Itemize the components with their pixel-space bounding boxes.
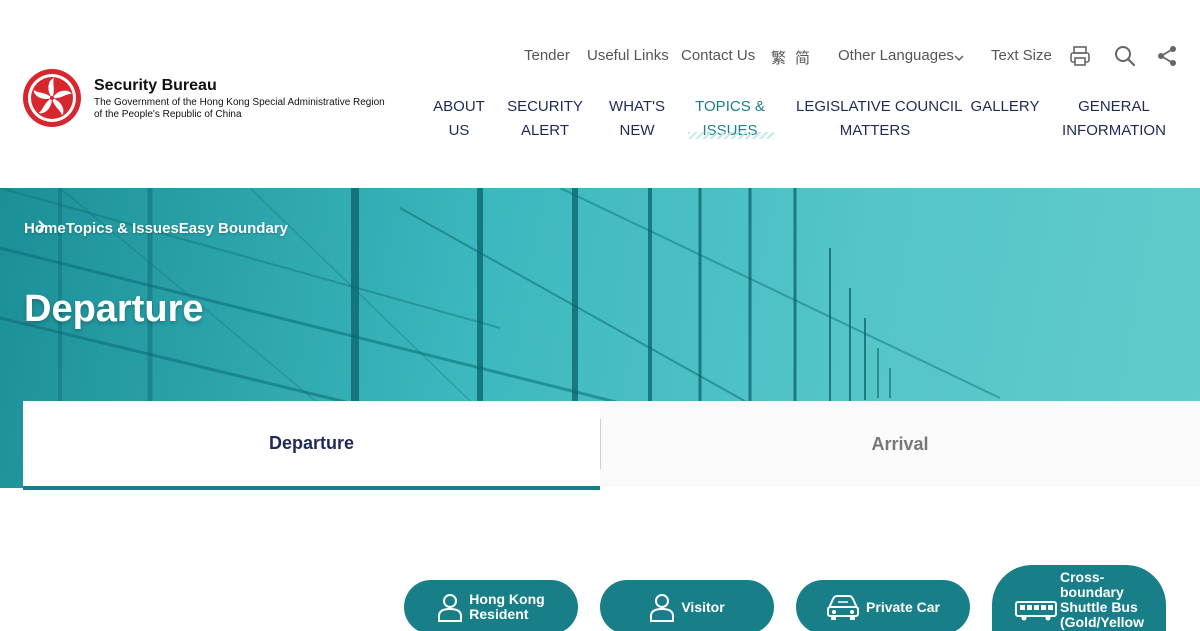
useful-links-link[interactable]: Useful Links [587,47,669,64]
nav-label-line2: MATTERS [839,122,911,139]
category-private-car-button[interactable]: Private Car [796,580,970,631]
category-label-line3: Shuttle Bus [1059,599,1138,615]
direction-tabs: Departure Arrival [23,401,1200,490]
breadcrumb-topics-issues[interactable]: Topics & Issues [66,220,179,237]
nav-security-alert[interactable]: SECURITY ALERT [507,95,583,143]
tender-link[interactable]: Tender [524,47,570,64]
page-title: Departure [24,288,204,330]
utility-bar: Tender Useful Links Contact Us 繁 简 Other… [0,44,1200,68]
tab-departure[interactable]: Departure [23,401,600,490]
nav-label-line1: SECURITY [507,98,583,115]
category-visitor-button[interactable]: Visitor [600,580,774,631]
lang-traditional-chinese[interactable]: 繁 [771,47,786,68]
nav-whats-new[interactable]: WHAT'S NEW [604,95,670,143]
nav-label-line1: ABOUT [433,98,485,115]
active-nav-indicator [688,132,774,139]
org-title: Security Bureau [94,77,217,94]
car-icon [827,595,860,620]
main-nav: ABOUT US SECURITY ALERT WHAT'S NEW TOPIC… [0,95,1200,155]
category-label-line1: Private Car [866,598,940,615]
site-header: Security Bureau The Government of the Ho… [0,0,1200,188]
search-icon[interactable] [1113,44,1137,68]
lang-simplified-chinese[interactable]: 简 [795,47,810,68]
contact-us-link[interactable]: Contact Us [681,47,755,64]
nav-label-line2: US [448,122,470,139]
category-cross-boundary-shuttle-bus-button[interactable]: Cross- boundary Shuttle Bus (Gold/Yellow [992,565,1166,631]
other-languages-dropdown[interactable]: Other Languages [838,47,954,64]
tab-arrival-label: Arrival [871,433,929,454]
nav-about-us[interactable]: ABOUT US [428,95,490,143]
breadcrumb-easy-boundary[interactable]: Easy Boundary [179,220,288,237]
category-label-line1: Hong Kong [469,591,545,607]
nav-label-line2: NEW [619,122,655,139]
chevron-down-icon [954,55,964,62]
category-label-line1: Cross- [1059,569,1105,585]
nav-label-line2: ISSUES [702,122,758,139]
category-label-line1: Visitor [681,598,725,615]
nav-label-line2: INFORMATION [1062,122,1166,139]
nav-legislative-council-matters[interactable]: LEGISLATIVE COUNCIL MATTERS [796,95,963,143]
person-icon [650,594,675,622]
bus-icon [1014,601,1057,621]
category-label-line4: (Gold/Yellow [1059,614,1144,630]
nav-gallery[interactable]: GALLERY [970,95,1040,119]
nav-label-line1: GENERAL [1078,98,1150,115]
tab-divider [600,419,601,469]
print-icon[interactable] [1068,44,1092,68]
chevron-right-icon [38,220,46,232]
nav-label-line1: TOPICS & [695,98,765,115]
nav-general-information[interactable]: GENERAL INFORMATION [1060,95,1168,143]
tab-arrival[interactable]: Arrival [600,401,1200,487]
nav-label-line2: ALERT [520,122,570,139]
share-icon[interactable] [1155,44,1179,68]
nav-label-line1: GALLERY [970,98,1040,115]
person-icon [438,594,463,622]
nav-label-line1: LEGISLATIVE COUNCIL [796,98,963,115]
nav-label-line1: WHAT'S [609,98,665,115]
text-size-control[interactable]: Text Size [991,47,1052,64]
breadcrumb: Home Topics & Issues Easy Boundary [24,220,288,237]
category-label-line2: Resident [469,606,529,622]
category-hong-kong-resident-button[interactable]: Hong Kong Resident [404,580,578,631]
category-label-line2: boundary [1059,584,1124,600]
